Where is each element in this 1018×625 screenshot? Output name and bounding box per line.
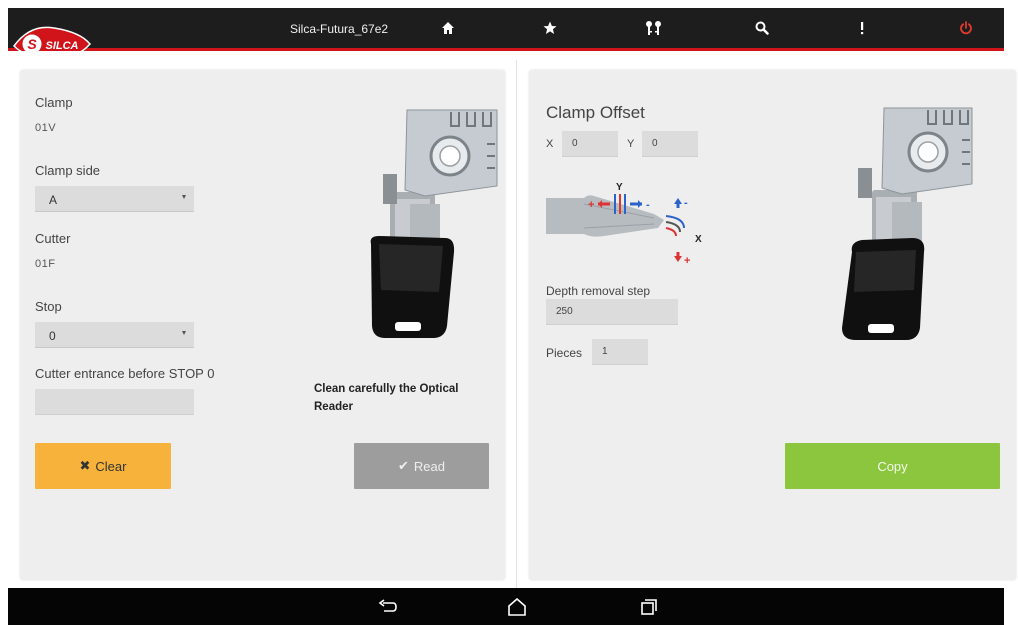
star-icon[interactable] [538,16,562,40]
clamp-side-value: A [49,193,58,207]
close-icon: ✖ [79,458,91,473]
home-icon[interactable] [436,16,460,40]
diagram-x-plus: + [684,255,690,267]
recent-apps-icon[interactable] [637,595,661,619]
app-title: Silca-Futura_67e2 [290,22,389,36]
depth-removal-label: Depth removal step [546,284,651,298]
y-offset-value: 0 [652,138,658,149]
read-button[interactable]: ✔ Read [354,443,489,489]
more-vert-icon[interactable] [850,16,874,40]
keys-icon[interactable] [642,16,666,40]
clamp-side-label: Clamp side [35,163,101,178]
copy-clamp-key-illustration [842,107,973,340]
stop-select[interactable]: 0 [35,322,194,348]
cutter-entrance-input[interactable] [35,389,194,415]
x-offset-value: 0 [572,138,578,149]
diagram-x-axis-label: X [695,234,702,245]
search-icon[interactable] [750,16,774,40]
pieces-input[interactable]: 1 [592,339,648,365]
clamp-value: 01V [35,122,57,134]
clamp-side-select[interactable]: A [35,186,194,212]
clamp-offset-title: Clamp Offset [546,103,645,122]
dropdown-arrow-icon [182,331,186,335]
y-offset-input[interactable]: 0 [642,131,698,157]
clamp-label: Clamp [35,95,73,110]
optical-reader-note: Clean carefully the Optical Reader [314,383,459,413]
copy-button-label: Copy [877,458,908,474]
diagram-x-minus: - [684,197,688,209]
stop-value: 0 [49,329,56,343]
clear-button-label: Clear [95,458,127,474]
back-icon[interactable] [376,595,400,619]
cutter-value: 01F [35,258,56,270]
clear-button[interactable]: ✖ Clear [35,443,171,489]
offset-diagram: Y + - X - + [546,182,702,267]
copy-button[interactable]: Copy [785,443,1000,489]
svg-text:S: S [27,36,37,52]
power-icon[interactable] [954,16,978,40]
diagram-y-plus: + [588,199,594,211]
pieces-label: Pieces [546,346,583,360]
cutter-entrance-label: Cutter entrance before STOP 0 [35,366,215,381]
depth-removal-value: 250 [556,306,573,317]
depth-removal-input[interactable]: 250 [546,299,678,325]
check-icon: ✔ [398,458,409,473]
pieces-value: 1 [602,346,608,357]
panel-divider [516,60,517,588]
diagram-y-axis-label: Y [616,182,623,193]
x-label: X [546,138,554,150]
stop-label: Stop [35,299,62,314]
y-label: Y [627,138,635,150]
clamp-key-illustration [370,109,498,338]
cutter-label: Cutter [35,231,71,246]
x-offset-input[interactable]: 0 [562,131,618,157]
diagram-y-minus: - [646,199,650,211]
read-button-label: Read [413,458,445,474]
home-nav-icon[interactable] [505,595,529,619]
dropdown-arrow-icon [182,195,186,199]
